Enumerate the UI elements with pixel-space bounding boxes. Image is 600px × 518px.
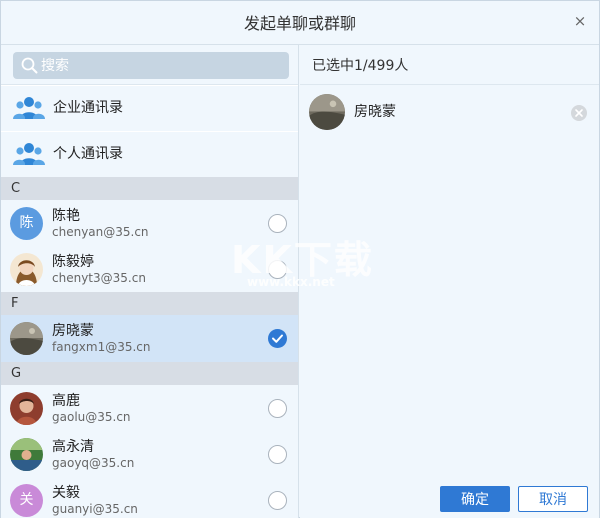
cancel-button[interactable]: 取消 [518,486,588,512]
selected-count: 已选中1/499人 [300,45,599,85]
avatar: 关 [10,484,43,517]
group-header-c: C [1,177,298,200]
avatar [10,392,43,425]
contact-name: 高永清 [52,439,94,455]
contact-name: 关毅 [52,485,80,501]
outdoor-photo-icon [10,438,43,471]
check-icon [272,334,283,343]
search-box[interactable] [13,52,289,79]
contact-email: gaolu@35.cn [52,410,131,424]
selected-name: 房晓蒙 [354,104,396,120]
contact-name: 房晓蒙 [52,323,94,339]
watermark: KK下载 www.kkx.net [231,229,381,299]
dialog-title: 发起单聊或群聊 [243,14,356,33]
avatar-initial: 关 [19,492,34,508]
close-button[interactable]: × [571,12,589,30]
org-directory-label: 企业通讯录 [53,100,123,116]
contact-email: gaoyq@35.cn [52,456,135,470]
org-contacts-icon [13,97,45,119]
landscape-photo-icon [10,322,43,355]
contact-name: 高鹿 [52,393,80,409]
avatar [10,438,43,471]
watermark-url: www.kkx.net [247,275,335,289]
contact-name: 陈毅婷 [52,254,94,270]
avatar [10,253,43,286]
contact-email: guanyi@35.cn [52,502,138,516]
select-radio[interactable] [268,399,287,418]
person-photo-icon [10,392,43,425]
remove-button[interactable] [571,105,587,121]
select-radio[interactable] [268,445,287,464]
select-radio[interactable] [268,491,287,510]
contact-email: chenyt3@35.cn [52,271,146,285]
dialog-titlebar: 发起单聊或群聊 × [1,1,599,45]
contact-email: fangxm1@35.cn [52,340,151,354]
contact-email: chenyan@35.cn [52,225,149,239]
selected-item: 房晓蒙 [300,90,599,134]
group-header-g: G [1,362,298,385]
avatar: 陈 [10,207,43,240]
contact-row[interactable]: 高永清 gaoyq@35.cn [1,431,298,478]
contact-row[interactable]: 高鹿 gaolu@35.cn [1,385,298,432]
close-icon: × [573,12,587,30]
person-photo-icon [10,253,43,286]
avatar-initial: 陈 [19,215,34,231]
avatar [10,322,43,355]
search-icon [21,57,38,74]
contact-name: 陈艳 [52,208,80,224]
search-input[interactable] [41,52,281,79]
org-directory-item[interactable]: 企业通讯录 [1,86,298,131]
avatar [309,94,345,130]
search-bar [1,45,298,85]
personal-directory-item[interactable]: 个人通讯录 [1,132,298,177]
contact-row[interactable]: 关 关毅 guanyi@35.cn [1,477,298,518]
select-radio-checked[interactable] [268,329,287,348]
landscape-photo-icon [309,94,345,130]
start-chat-dialog: 发起单聊或群聊 × 企业通讯录 [0,0,600,518]
personal-directory-label: 个人通讯录 [53,146,123,162]
personal-contacts-icon [13,143,45,165]
remove-icon [575,109,583,117]
contact-row[interactable]: 房晓蒙 fangxm1@35.cn [1,315,298,362]
confirm-button[interactable]: 确定 [440,486,510,512]
